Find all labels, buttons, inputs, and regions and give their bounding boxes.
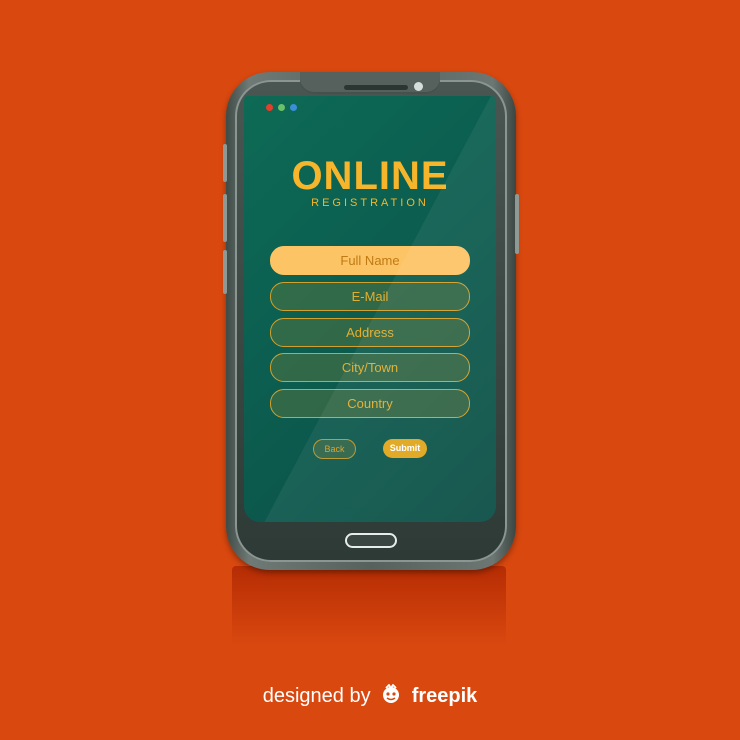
page-subtitle: REGISTRATION — [311, 197, 429, 209]
mute-switch — [223, 250, 227, 294]
home-button[interactable] — [345, 533, 397, 548]
country-field[interactable]: Country — [270, 389, 470, 418]
power-button — [515, 194, 519, 254]
full-name-field[interactable]: Full Name — [270, 246, 470, 275]
submit-button[interactable]: Submit — [383, 439, 427, 458]
window-dots-icon — [266, 104, 297, 111]
volume-down-button — [223, 194, 227, 242]
minimize-dot-icon — [278, 104, 285, 111]
close-dot-icon — [266, 104, 273, 111]
credit-prefix: designed by — [262, 685, 371, 707]
front-camera — [414, 82, 423, 91]
address-field[interactable]: Address — [270, 318, 470, 347]
credit-brand: freepik — [411, 685, 478, 707]
credit-line: designed by freepik — [0, 683, 740, 710]
freepik-logo-icon — [380, 683, 402, 710]
maximize-dot-icon — [290, 104, 297, 111]
page-title: ONLINE — [291, 154, 449, 198]
phone-reflection — [232, 566, 506, 646]
volume-up-button — [223, 144, 227, 182]
earpiece-speaker — [344, 85, 408, 90]
registration-screen: ONLINE REGISTRATION Full Name E-Mail Add… — [244, 96, 496, 522]
back-button[interactable]: Back — [313, 439, 356, 459]
email-field[interactable]: E-Mail — [270, 282, 470, 311]
city-town-field[interactable]: City/Town — [270, 353, 470, 382]
